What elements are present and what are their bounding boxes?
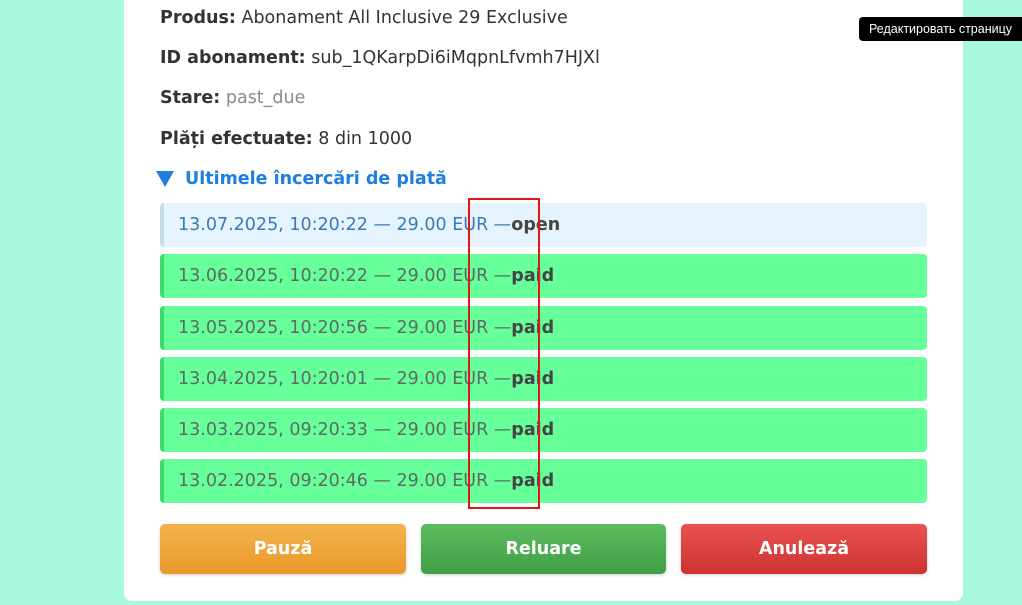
subscription-id-label: ID abonament: bbox=[160, 48, 306, 68]
payment-attempts-toggle-label: Ultimele încercări de plată bbox=[185, 169, 447, 189]
payment-attempt-details: 13.05.2025, 10:20:56 — 29.00 EUR — bbox=[178, 318, 512, 338]
resume-button[interactable]: Reluare bbox=[421, 524, 666, 574]
payment-attempt-status: open bbox=[511, 215, 561, 235]
product-label: Produs: bbox=[160, 8, 236, 28]
status-label: Stare: bbox=[160, 88, 221, 108]
product-field: Produs: Abonament All Inclusive 29 Exclu… bbox=[160, 8, 568, 28]
pause-button[interactable]: Pauză bbox=[160, 524, 406, 574]
product-value: Abonament All Inclusive 29 Exclusive bbox=[241, 8, 568, 28]
payment-attempt-details: 13.03.2025, 09:20:33 — 29.00 EUR — bbox=[178, 420, 512, 440]
subscription-id-value: sub_1QKarpDi6iMqpnLfvmh7HJXl bbox=[311, 48, 600, 68]
payment-attempt-status: paid bbox=[511, 266, 555, 286]
payment-attempt-details: 13.02.2025, 09:20:46 — 29.00 EUR — bbox=[178, 471, 512, 491]
subscription-id-field: ID abonament: sub_1QKarpDi6iMqpnLfvmh7HJ… bbox=[160, 48, 600, 68]
payment-attempt-status: paid bbox=[511, 471, 555, 491]
payment-attempt-status: paid bbox=[511, 369, 555, 389]
payment-attempt-row: 13.06.2025, 10:20:22 — 29.00 EUR — paid bbox=[160, 254, 927, 298]
payments-value: 8 din 1000 bbox=[318, 129, 413, 149]
payment-attempt-row: 13.04.2025, 10:20:01 — 29.00 EUR — paid bbox=[160, 357, 927, 401]
payment-attempts-toggle[interactable]: Ultimele încercări de plată bbox=[156, 169, 447, 189]
payment-attempt-details: 13.07.2025, 10:20:22 — 29.00 EUR — bbox=[178, 215, 512, 235]
subscription-card: Produs: Abonament All Inclusive 29 Exclu… bbox=[124, 0, 963, 601]
payment-attempt-row: 13.05.2025, 10:20:56 — 29.00 EUR — paid bbox=[160, 306, 927, 350]
triangle-down-icon bbox=[156, 171, 174, 187]
payments-field: Plăți efectuate: 8 din 1000 bbox=[160, 129, 412, 149]
payments-label: Plăți efectuate: bbox=[160, 129, 313, 149]
cancel-button[interactable]: Anulează bbox=[681, 524, 927, 574]
status-value: past_due bbox=[225, 88, 306, 108]
payment-attempt-details: 13.04.2025, 10:20:01 — 29.00 EUR — bbox=[178, 369, 512, 389]
payment-attempt-details: 13.06.2025, 10:20:22 — 29.00 EUR — bbox=[178, 266, 512, 286]
payment-attempt-status: paid bbox=[511, 420, 555, 440]
payment-attempt-row: 13.03.2025, 09:20:33 — 29.00 EUR — paid bbox=[160, 408, 927, 452]
payment-attempt-row: 13.02.2025, 09:20:46 — 29.00 EUR — paid bbox=[160, 459, 927, 503]
payment-attempt-status: paid bbox=[511, 318, 555, 338]
status-field: Stare: past_due bbox=[160, 88, 305, 108]
edit-page-button[interactable]: Редактировать страницу bbox=[859, 17, 1022, 41]
payment-attempt-row: 13.07.2025, 10:20:22 — 29.00 EUR — open bbox=[160, 203, 927, 247]
